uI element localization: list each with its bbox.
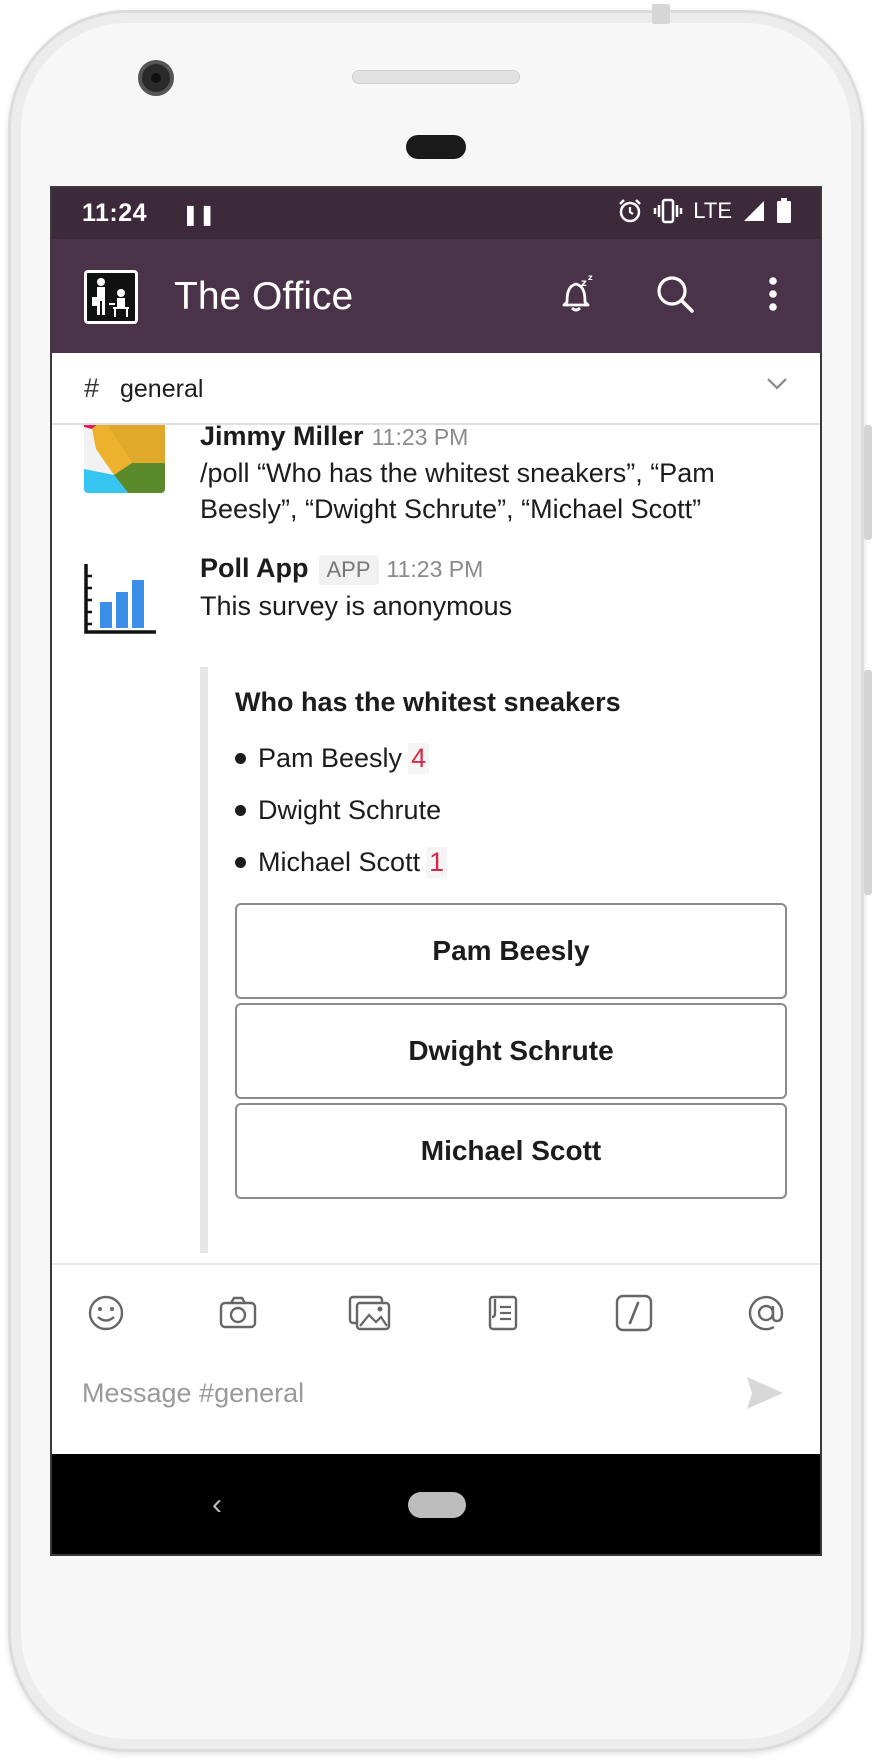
workspace-icon[interactable] [84,270,138,324]
vote-count: 1 [426,847,448,878]
bell-snooze-icon: zz [562,273,593,312]
poll-option: Dwight Schrute [235,795,441,826]
app-bar-actions: zz [552,269,798,319]
search-button[interactable] [650,269,700,319]
office-people-icon [87,273,135,321]
mention-button[interactable] [742,1289,790,1337]
message-text: /poll “Who has the whitest sneakers”, “P… [200,458,715,524]
bullet-icon [235,857,246,868]
status-icons: LTE [617,198,792,224]
vote-dwight-schrute-button[interactable]: Dwight Schrute [235,1003,787,1099]
message-list: Jimmy Miller 11:23 PM /poll “Who has the… [52,425,820,1263]
send-button[interactable] [740,1368,790,1418]
more-vertical-icon [769,277,777,311]
signal-icon [744,201,764,221]
poll-option: Pam Beesly 4 [235,743,430,774]
channel-name: general [120,375,204,403]
emoji-icon [88,1295,124,1331]
poll-option: Michael Scott 1 [235,847,448,878]
media-pause-icon: ❚❚ [182,204,216,226]
jimmy-avatar-image [84,425,165,493]
vote-count: 4 [408,743,430,774]
channel-hash-icon: # [84,373,100,403]
status-bar: 11:24 ❚❚ LTE [52,188,820,239]
poll-question: Who has the whitest sneakers [235,687,621,717]
avatar[interactable] [84,425,165,493]
status-time: 11:24 [82,199,148,227]
phone-top-button [652,4,670,24]
poll-option-label: Dwight Schrute [258,795,442,825]
bullet-icon [235,753,246,764]
composer-divider [52,1263,820,1265]
at-sign-icon [748,1295,784,1331]
poll-option-label: Pam Beesly [258,743,403,773]
camera-icon [219,1296,257,1329]
message-timestamp: 11:23 PM [371,425,469,450]
battery-icon [777,198,791,223]
alarm-icon [619,199,642,223]
message-header: Jimmy Miller 11:23 PM [200,425,468,452]
slash-command-button[interactable] [610,1289,658,1337]
bullet-icon [235,805,246,816]
message-text: This survey is anonymous [200,591,513,621]
send-icon [747,1377,783,1409]
image-icon [348,1295,391,1331]
composer-toolbar [52,1278,820,1348]
slash-icon [615,1294,653,1332]
phone-volume-button [864,670,872,895]
message-timestamp: 11:23 PM [386,556,484,582]
network-type: LTE [693,198,732,223]
android-navigation-bar: ‹ [52,1454,820,1554]
message-input[interactable] [82,1363,702,1423]
phone-screen: 11:24 ❚❚ LTE The Office z z # general Ji… [50,186,822,1556]
app-badge: APP [318,555,379,585]
photo-gallery-button[interactable] [346,1289,394,1337]
overflow-menu-button[interactable] [748,269,798,319]
poll-option-label: Michael Scott [258,847,421,877]
emoji-button[interactable] [82,1289,130,1337]
chevron-down-icon[interactable] [766,377,788,391]
snooze-notifications-button[interactable]: zz [552,269,602,319]
poll-attachment: Who has the whitest sneakers Pam Beesly … [200,667,800,1253]
proximity-sensor [406,135,466,159]
attach-file-button[interactable] [478,1289,526,1337]
search-icon [657,276,694,313]
message-author[interactable]: Poll App [200,553,309,584]
phone-power-button [864,425,872,540]
app-bar: The Office zz [52,239,820,353]
message-author[interactable]: Jimmy Miller [200,425,364,452]
back-icon[interactable]: ‹ [212,1488,222,1522]
channel-header[interactable]: # general [52,353,820,425]
bar-chart-icon [82,562,166,646]
home-button[interactable] [408,1492,466,1518]
vibrate-icon [654,198,683,224]
avatar[interactable] [82,562,166,646]
svg-text:z: z [588,273,593,282]
camera-button[interactable] [214,1289,262,1337]
earpiece-speaker [352,70,520,84]
file-attach-icon [488,1295,518,1331]
front-camera [138,60,174,96]
vote-pam-beesly-button[interactable]: Pam Beesly [235,903,787,999]
vote-michael-scott-button[interactable]: Michael Scott [235,1103,787,1199]
message-header: Poll App APP 11:23 PM [200,553,483,585]
workspace-title: The Office [174,275,354,318]
svg-text:z: z [581,278,587,289]
